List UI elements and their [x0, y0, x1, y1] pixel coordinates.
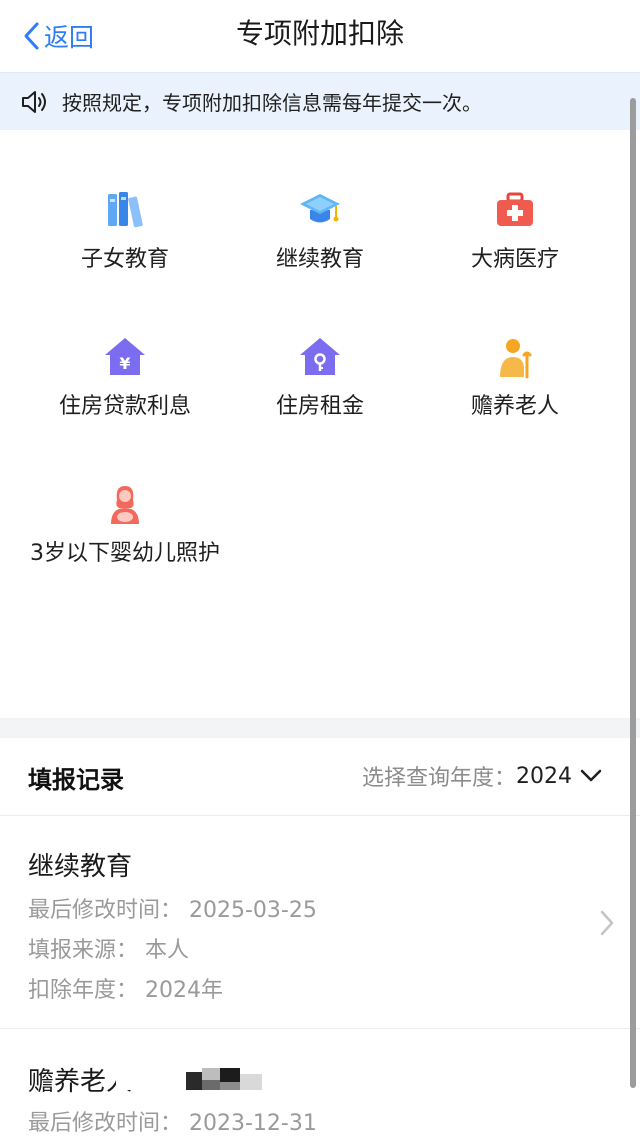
svg-text:¥: ¥ — [119, 354, 130, 373]
records-header: 填报记录 选择查询年度： 2024 — [0, 738, 640, 816]
category-housing-rent[interactable]: 住房租金 — [220, 335, 420, 425]
year-selector[interactable]: 选择查询年度： 2024 — [362, 760, 602, 792]
section-divider — [0, 718, 640, 738]
category-housing-loan-interest[interactable]: ¥ 住房贷款利息 — [25, 335, 225, 425]
category-child-education[interactable]: 子女教育 — [25, 188, 225, 278]
record-modified-time: 最后修改时间： 2023-12-31 — [28, 1111, 317, 1136]
record-item[interactable]: 赡养老人 最后修改时间： 2023-12-31 — [0, 1029, 640, 1139]
books-icon — [108, 192, 143, 228]
navigation-bar: 返回 专项附加扣除 — [0, 0, 640, 72]
graduation-cap-icon — [300, 194, 340, 223]
page-title: 专项附加扣除 — [235, 17, 404, 50]
category-elderly-support[interactable]: 赡养老人 — [415, 335, 615, 425]
scrollbar[interactable] — [630, 98, 636, 1088]
year-selector-label: 选择查询年度： — [361, 766, 516, 791]
privacy-mosaic — [116, 1068, 262, 1090]
medical-kit-icon — [497, 192, 533, 226]
category-continuing-education[interactable]: 继续教育 — [220, 188, 420, 278]
house-yuan-icon: ¥ — [105, 338, 145, 375]
notice-text: 按照规定，专项附加扣除信息需每年提交一次。 — [62, 91, 482, 115]
elderly-person-icon — [500, 339, 532, 379]
chevron-right-icon — [600, 910, 614, 936]
record-item[interactable]: 继续教育 最后修改时间： 2025-03-25 填报来源： 本人 扣除年度： 2… — [0, 816, 640, 1028]
category-label: 赡养老人 — [470, 394, 559, 419]
category-label: 住房贷款利息 — [58, 394, 191, 419]
speaker-icon — [22, 90, 46, 113]
category-label: 子女教育 — [80, 247, 169, 272]
records-title: 填报记录 — [28, 766, 124, 794]
record-deduction-year: 扣除年度： 2024年 — [28, 978, 223, 1003]
notice-banner: 按照规定，专项附加扣除信息需每年提交一次。 — [0, 72, 640, 130]
category-label: 住房租金 — [275, 394, 364, 419]
category-grid: 子女教育 继续教育 大病医疗 ¥ 住房贷款利息 住房租金 赡养老人 3岁以下婴幼… — [0, 130, 640, 720]
record-title: 继续教育 — [28, 852, 133, 882]
category-label: 继续教育 — [275, 247, 364, 272]
mother-baby-icon — [111, 486, 139, 524]
house-key-icon — [300, 338, 340, 375]
category-label: 大病医疗 — [470, 247, 559, 272]
year-selector-value: 2024 — [516, 763, 572, 789]
record-modified-time: 最后修改时间： 2025-03-25 — [28, 898, 317, 923]
category-serious-illness[interactable]: 大病医疗 — [415, 188, 615, 278]
category-label: 3岁以下婴幼儿照护 — [30, 541, 220, 566]
chevron-down-icon — [580, 769, 602, 782]
record-source: 填报来源： 本人 — [28, 938, 189, 963]
category-infant-care[interactable]: 3岁以下婴幼儿照护 — [25, 482, 225, 572]
